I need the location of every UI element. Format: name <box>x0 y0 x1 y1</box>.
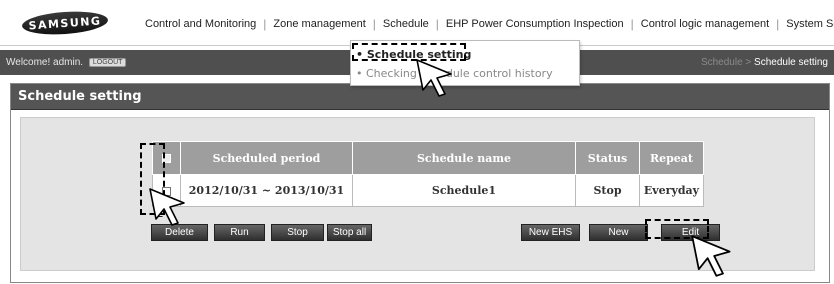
column-repeat[interactable]: Repeat <box>639 141 704 175</box>
menu-control-logic[interactable]: Control logic management <box>634 18 776 30</box>
cell-scheduled-period: 2012/10/31 ~ 2013/10/31 <box>180 174 353 207</box>
menu-ehp-power[interactable]: EHP Power Consumption Inspection <box>439 18 631 30</box>
column-status[interactable]: Status <box>575 141 640 175</box>
menu-system-settings[interactable]: System Settings <box>779 18 834 30</box>
section-title: Schedule setting <box>18 89 142 104</box>
column-scheduled-period[interactable]: Scheduled period <box>180 141 353 175</box>
menu-zone-management[interactable]: Zone management <box>266 18 372 30</box>
breadcrumb: Schedule > Schedule setting <box>701 57 828 68</box>
new-ehs-button[interactable]: New EHS <box>521 224 580 241</box>
samsung-logo: SAMSUNG <box>21 9 109 37</box>
menu-control-monitoring[interactable]: Control and Monitoring <box>138 18 263 30</box>
column-schedule-name[interactable]: Schedule name <box>352 141 576 175</box>
welcome-message: Welcome! admin. LOGOUT <box>6 57 127 68</box>
schedule-table: Scheduled period Schedule name Status Re… <box>152 141 704 207</box>
cell-repeat: Everyday <box>639 174 704 207</box>
menu-schedule[interactable]: Schedule <box>376 18 436 30</box>
main-menu: Control and Monitoring | Zone management… <box>138 17 834 31</box>
cell-schedule-name: Schedule1 <box>352 174 576 207</box>
run-button[interactable]: Run <box>214 224 265 241</box>
breadcrumb-separator: > <box>742 57 755 68</box>
logout-button[interactable]: LOGOUT <box>88 58 127 67</box>
stop-all-button[interactable]: Stop all <box>327 224 372 241</box>
new-button[interactable]: New <box>589 224 648 241</box>
welcome-text: Welcome! admin. <box>6 57 84 68</box>
table-header-row: Scheduled period Schedule name Status Re… <box>152 141 704 175</box>
pointer-cursor-icon <box>149 188 185 226</box>
table-row[interactable]: 2012/10/31 ~ 2013/10/31 Schedule1 Stop E… <box>152 174 704 207</box>
pointer-cursor-icon <box>416 59 452 97</box>
pointer-cursor-icon <box>691 235 731 277</box>
stop-button[interactable]: Stop <box>271 224 324 241</box>
breadcrumb-current: Schedule setting <box>754 57 828 68</box>
cell-status: Stop <box>575 174 640 207</box>
breadcrumb-parent[interactable]: Schedule <box>701 57 743 68</box>
